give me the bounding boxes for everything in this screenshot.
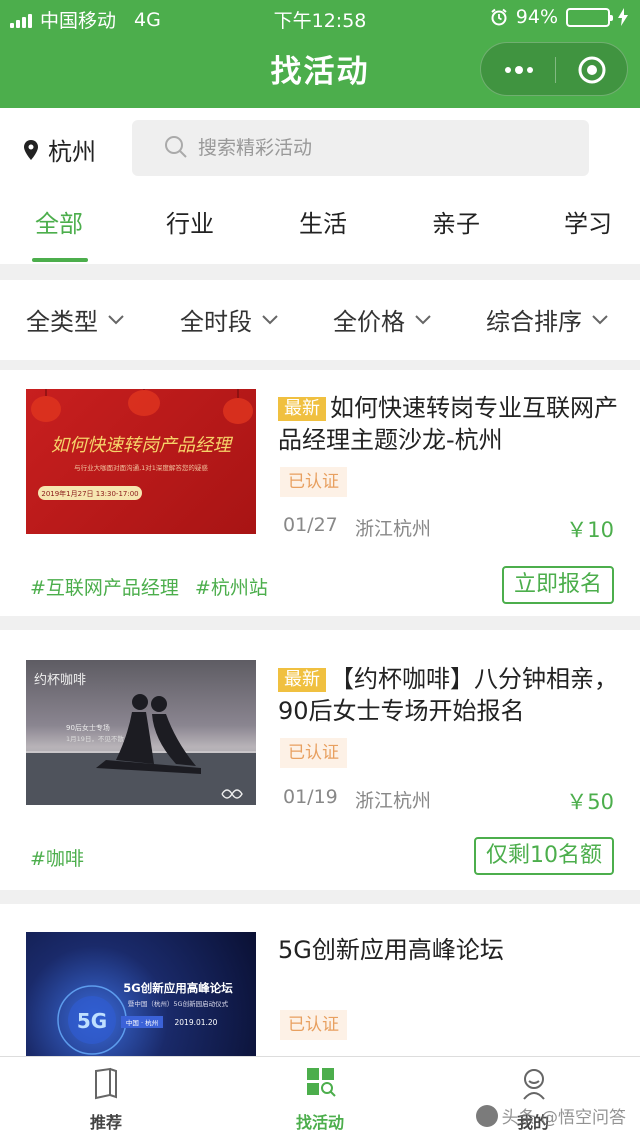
app-header: 中国移动 4G 下午12:58 94% 找活动 (0, 0, 640, 108)
watermark-logo-icon (475, 1104, 498, 1127)
tag-link[interactable]: #杭州站 (195, 573, 268, 600)
tabbar-item-find-events[interactable]: 找活动 (260, 1057, 380, 1138)
poster-mark: 5G (77, 1009, 107, 1033)
new-badge: 最新 (278, 397, 326, 421)
more-menu-icon[interactable] (501, 57, 537, 83)
watermark: 头条 @悟空问答 (475, 1103, 626, 1128)
tabbar-label: 推荐 (89, 1113, 122, 1132)
event-date: 01/27 (283, 514, 338, 536)
poster-date: 1月19日，不见不散 (66, 734, 124, 743)
search-row: 杭州 (0, 108, 640, 188)
verified-badge: 已认证 (280, 738, 347, 768)
location-selector[interactable]: 杭州 (24, 132, 96, 167)
register-button[interactable]: 仅剩10名额 (474, 837, 614, 875)
event-price: ￥10 (566, 518, 614, 542)
filter-time[interactable]: 全时段 (180, 302, 278, 337)
mini-program-capsule (480, 42, 628, 96)
tab-industry[interactable]: 行业 (150, 204, 230, 239)
category-tabs: 全部 行业 生活 亲子 学习 (0, 188, 640, 264)
register-button[interactable]: 立即报名 (501, 566, 614, 604)
poster-headline: 如何快速转岗产品经理 (51, 435, 234, 456)
poster-subline: 90后女士专场 (66, 723, 110, 732)
poster-headline: 5G创新应用高峰论坛 (123, 981, 233, 995)
grid-search-icon (307, 1068, 336, 1097)
event-card[interactable]: 5G 5G创新应用高峰论坛 暨中国（杭州）5G创新园启动仪式 中国 · 杭州 2… (0, 904, 640, 1077)
watermark-text: 头条 @悟空问答 (501, 1108, 626, 1128)
search-box[interactable] (132, 120, 589, 176)
chevron-down-icon (415, 314, 431, 324)
location-pin-icon (24, 139, 38, 160)
battery-icon (566, 7, 613, 27)
poster-date: 2019.01.20 (175, 1018, 218, 1027)
event-date: 01/19 (283, 786, 338, 808)
filter-price[interactable]: 全价格 (333, 302, 431, 337)
chevron-down-icon (108, 314, 124, 324)
new-badge: 最新 (278, 668, 326, 692)
user-icon (523, 1069, 545, 1100)
tabbar-item-recommend[interactable]: 推荐 (46, 1057, 166, 1138)
search-input[interactable] (198, 120, 578, 176)
event-place: 浙江杭州 (355, 518, 432, 540)
book-icon (95, 1067, 117, 1100)
tab-parenting[interactable]: 亲子 (416, 204, 496, 239)
poster-subline: 暨中国（杭州）5G创新园启动仪式 (128, 999, 229, 1008)
search-icon (165, 136, 187, 158)
alarm-icon (491, 8, 507, 26)
event-title-text: 如何快速转岗专业互联网产品经理主题沙龙-杭州 (278, 394, 618, 454)
filter-type[interactable]: 全类型 (26, 302, 124, 337)
filter-sort-label: 综合排序 (486, 308, 582, 336)
verified-badge: 已认证 (280, 1010, 347, 1040)
active-tab-indicator (32, 258, 88, 262)
event-place: 浙江杭州 (355, 790, 432, 812)
event-tags: #互联网产品经理 #杭州站 (30, 573, 268, 600)
poster-date: 2019年1月27日 13:30-17:00 (41, 489, 138, 498)
filter-price-label: 全价格 (333, 308, 405, 336)
status-bar: 中国移动 4G 下午12:58 94% (0, 0, 640, 34)
poster-city: 中国 · 杭州 (126, 1018, 158, 1027)
event-title[interactable]: 最新 【约杯咖啡】八分钟相亲，90后女士专场开始报名 (278, 663, 618, 727)
charging-icon (618, 8, 628, 26)
city-label: 杭州 (48, 138, 96, 166)
bottom-tab-bar: 推荐 找活动 我的 头条 @悟空问答 (0, 1056, 640, 1138)
filter-bar: 全类型 全时段 全价格 综合排序 (0, 280, 640, 360)
chevron-down-icon (262, 314, 278, 324)
chevron-down-icon (592, 314, 608, 324)
poster-subline: 与行业大咖面对面沟通,1对1深度解答您的疑惑 (74, 463, 208, 472)
event-title[interactable]: 最新 如何快速转岗专业互联网产品经理主题沙龙-杭州 (278, 392, 618, 456)
event-title[interactable]: 5G创新应用高峰论坛 (278, 934, 618, 966)
close-mini-program-icon[interactable] (575, 53, 609, 87)
event-card[interactable]: 如何快速转岗产品经理 与行业大咖面对面沟通,1对1深度解答您的疑惑 2019年1… (0, 370, 640, 616)
event-poster: 约杯咖啡 90后女士专场 1月19日，不见不散 (26, 673, 256, 805)
filter-time-label: 全时段 (180, 308, 252, 336)
tab-learning[interactable]: 学习 (548, 204, 628, 239)
verified-badge: 已认证 (280, 467, 347, 497)
tab-all[interactable]: 全部 (19, 204, 99, 239)
filter-sort[interactable]: 综合排序 (486, 302, 608, 337)
filter-type-label: 全类型 (26, 308, 98, 336)
event-thumbnail: 约杯咖啡 90后女士专场 1月19日，不见不散 (26, 660, 256, 805)
battery-percent: 94% (515, 6, 558, 28)
event-card[interactable]: 约杯咖啡 90后女士专场 1月19日，不见不散 最新 【约杯咖啡】八分钟相亲，90… (0, 630, 640, 890)
tag-link[interactable]: #咖啡 (30, 844, 84, 871)
event-poster: 如何快速转岗产品经理 与行业大咖面对面沟通,1对1深度解答您的疑惑 2019年1… (31, 389, 253, 500)
tabbar-label: 找活动 (295, 1113, 344, 1132)
event-price: ￥50 (566, 790, 614, 814)
tab-life[interactable]: 生活 (283, 204, 363, 239)
event-tags: #咖啡 (30, 844, 84, 871)
capsule-divider (555, 57, 556, 83)
tag-link[interactable]: #互联网产品经理 (30, 573, 179, 600)
event-thumbnail: 如何快速转岗产品经理 与行业大咖面对面沟通,1对1深度解答您的疑惑 2019年1… (26, 389, 256, 534)
event-title-text: 【约杯咖啡】八分钟相亲，90后女士专场开始报名 (278, 665, 618, 725)
poster-logo: 约杯咖啡 (34, 673, 86, 688)
